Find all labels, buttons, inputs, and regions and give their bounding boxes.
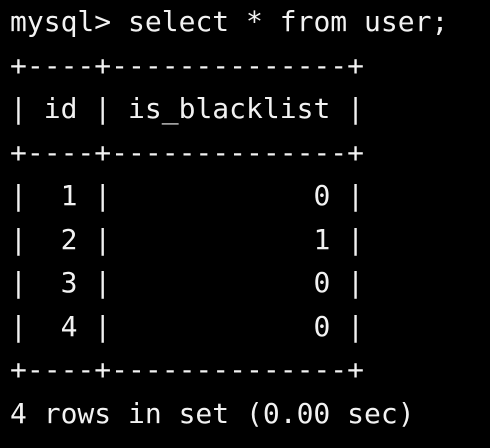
table-border-top: +----+--------------+ (10, 48, 365, 82)
column-header-id: id (43, 92, 78, 125)
cell-is-blacklist: 0 (313, 266, 331, 299)
mysql-prompt: mysql> (10, 5, 112, 38)
command-line: mysql> select * from user; (10, 0, 490, 44)
terminal-window[interactable]: mysql> select * from user; +----+-------… (0, 0, 490, 448)
result-summary: 4 rows in set (0.00 sec) (10, 396, 415, 430)
cell-is-blacklist: 1 (313, 222, 331, 256)
sql-command: select * from user; (128, 5, 449, 38)
table-header-row: | id | is_blacklist | (10, 92, 365, 125)
cell-id: 3 (60, 266, 78, 299)
table-row: | 2 | 1 | (10, 222, 365, 256)
table-row: | 4 | 0 | (10, 309, 365, 343)
cell-is-blacklist: 0 (313, 309, 331, 343)
table-row: | 1 | 0 | (10, 179, 365, 212)
cell-id: 4 (60, 309, 78, 343)
table-row: | 3 | 0 | (10, 266, 365, 299)
cell-id: 2 (60, 222, 78, 256)
cell-is-blacklist: 0 (313, 179, 331, 212)
column-header-is-blacklist: is_blacklist (128, 92, 331, 125)
cell-id: 1 (60, 179, 78, 212)
table-border-bottom: +----+--------------+ (10, 353, 365, 386)
table-border-header: +----+--------------+ (10, 135, 365, 169)
